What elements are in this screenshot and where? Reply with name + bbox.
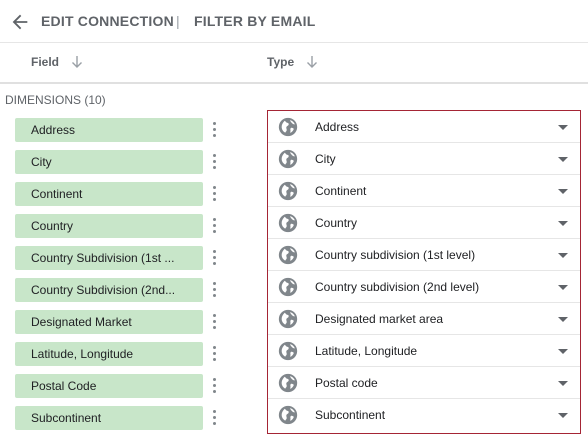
more-options-icon[interactable] bbox=[208, 118, 222, 142]
type-dropdown[interactable]: Country bbox=[268, 207, 580, 239]
type-column-box: Address City Continent Country Country subdi… bbox=[267, 110, 581, 434]
type-dropdown[interactable]: Country subdivision (1st level) bbox=[268, 239, 580, 271]
dropdown-caret-icon bbox=[558, 381, 568, 386]
type-label: City bbox=[315, 152, 336, 166]
more-options-icon[interactable] bbox=[208, 278, 222, 302]
globe-icon bbox=[278, 213, 298, 233]
sort-arrow-down-icon bbox=[307, 56, 318, 68]
globe-icon bbox=[278, 309, 298, 329]
type-dropdown[interactable]: Continent bbox=[268, 175, 580, 207]
back-arrow-icon[interactable] bbox=[9, 11, 31, 33]
type-label: Continent bbox=[315, 184, 367, 198]
globe-icon bbox=[278, 341, 298, 361]
dropdown-caret-icon bbox=[558, 413, 568, 418]
field-chip[interactable]: City bbox=[15, 150, 203, 174]
globe-icon bbox=[278, 149, 298, 169]
more-options-icon[interactable] bbox=[208, 214, 222, 238]
type-dropdown[interactable]: Subcontinent bbox=[268, 399, 580, 431]
field-chip[interactable]: Latitude, Longitude bbox=[15, 342, 203, 366]
type-label: Country bbox=[315, 216, 358, 230]
data-source-name[interactable]: FILTER BY EMAIL bbox=[194, 13, 315, 29]
field-chip[interactable]: Designated Market bbox=[15, 310, 203, 334]
dropdown-caret-icon bbox=[558, 221, 568, 226]
dropdown-caret-icon bbox=[558, 349, 568, 354]
dropdown-caret-icon bbox=[558, 125, 568, 130]
dropdown-caret-icon bbox=[558, 253, 568, 258]
more-options-icon[interactable] bbox=[208, 342, 222, 366]
type-dropdown[interactable]: Designated market area bbox=[268, 303, 580, 335]
type-dropdown[interactable]: City bbox=[268, 143, 580, 175]
more-options-icon[interactable] bbox=[208, 310, 222, 334]
more-options-icon[interactable] bbox=[208, 406, 222, 430]
type-label: Designated market area bbox=[315, 312, 444, 326]
type-label: Subcontinent bbox=[315, 408, 386, 422]
dropdown-caret-icon bbox=[558, 317, 568, 322]
field-chip[interactable]: Continent bbox=[15, 182, 203, 206]
header-divider bbox=[0, 82, 588, 84]
dimensions-section-label: DIMENSIONS (10) bbox=[5, 93, 106, 107]
type-column-header[interactable]: Type bbox=[267, 55, 318, 69]
type-label: Country subdivision (1st level) bbox=[315, 248, 476, 262]
dropdown-caret-icon bbox=[558, 157, 568, 162]
field-chip[interactable]: Country Subdivision (1st ... bbox=[15, 246, 203, 270]
field-chip[interactable]: Postal Code bbox=[15, 374, 203, 398]
more-options-icon[interactable] bbox=[208, 246, 222, 270]
title-separator: | bbox=[176, 13, 180, 29]
globe-icon bbox=[278, 373, 298, 393]
more-options-icon[interactable] bbox=[208, 150, 222, 174]
globe-icon bbox=[278, 245, 298, 265]
type-column-label: Type bbox=[267, 55, 295, 69]
field-chip[interactable]: Country bbox=[15, 214, 203, 238]
page-header: EDIT CONNECTION | FILTER BY EMAIL bbox=[0, 0, 588, 43]
dropdown-caret-icon bbox=[558, 189, 568, 194]
globe-icon bbox=[278, 277, 298, 297]
type-label: Address bbox=[315, 120, 360, 134]
globe-icon bbox=[278, 117, 298, 137]
type-dropdown[interactable]: Address bbox=[268, 111, 580, 143]
dropdown-caret-icon bbox=[558, 285, 568, 290]
sort-arrow-down-icon bbox=[72, 56, 83, 68]
more-options-icon[interactable] bbox=[208, 182, 222, 206]
field-chip[interactable]: Country Subdivision (2nd... bbox=[15, 278, 203, 302]
type-dropdown[interactable]: Country subdivision (2nd level) bbox=[268, 271, 580, 303]
page-title: EDIT CONNECTION bbox=[41, 13, 174, 29]
field-column-header[interactable]: Field bbox=[31, 55, 83, 69]
field-chip[interactable]: Subcontinent bbox=[15, 406, 203, 430]
type-label: Latitude, Longitude bbox=[315, 344, 418, 358]
type-dropdown[interactable]: Latitude, Longitude bbox=[268, 335, 580, 367]
field-column-label: Field bbox=[31, 55, 60, 69]
globe-icon bbox=[278, 181, 298, 201]
type-dropdown[interactable]: Postal code bbox=[268, 367, 580, 399]
type-label: Country subdivision (2nd level) bbox=[315, 280, 480, 294]
more-options-icon[interactable] bbox=[208, 374, 222, 398]
type-label: Postal code bbox=[315, 376, 378, 390]
field-chip[interactable]: Address bbox=[15, 118, 203, 142]
globe-icon bbox=[278, 405, 298, 425]
